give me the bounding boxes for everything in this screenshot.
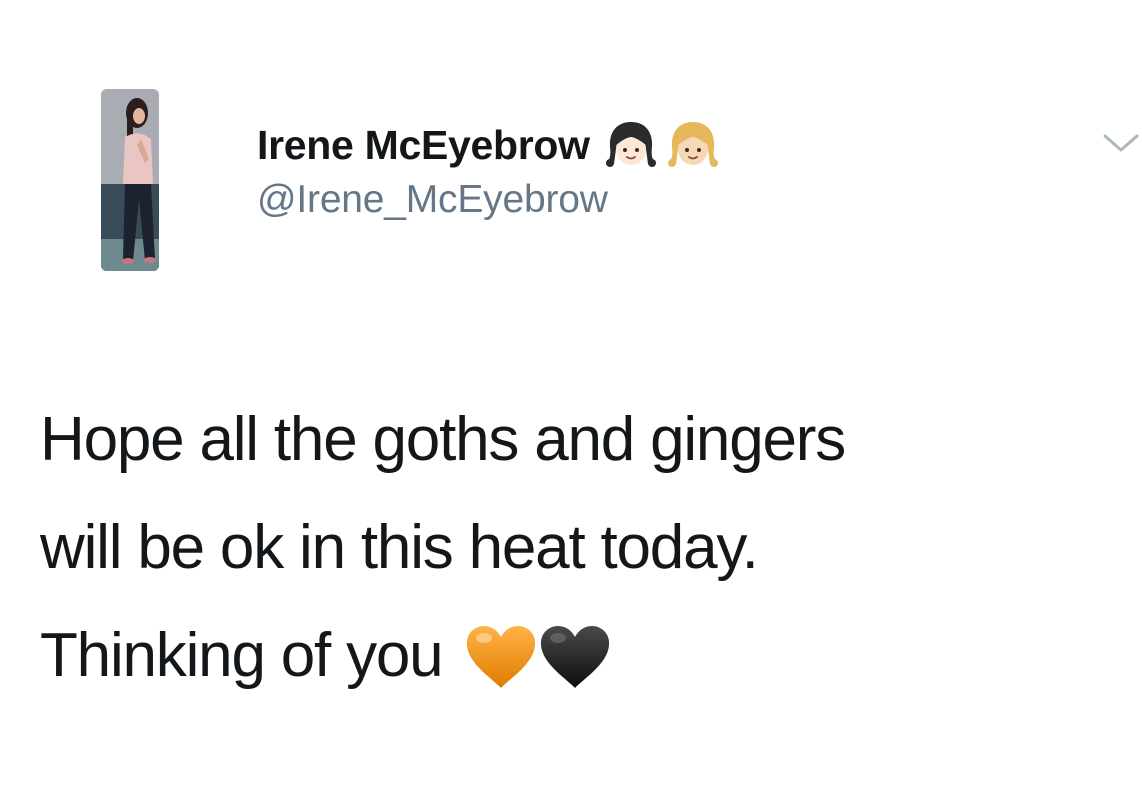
tweet-card: Irene McEyebrow @Irene_McEyebrow Hope al… (0, 0, 1142, 794)
tweet-text-line: will be ok in this heat today. (40, 513, 759, 582)
girl-dark-hair-emoji-icon (604, 119, 658, 171)
tweet-text-line: Hope all the goths and gingers (40, 405, 846, 474)
name-row: Irene McEyebrow (257, 114, 720, 176)
avatar[interactable] (101, 89, 159, 271)
girl-blonde-hair-emoji-icon (666, 119, 720, 171)
display-name[interactable]: Irene McEyebrow (257, 122, 590, 169)
tweet-text-line-with-emojis: Thinking of you (40, 602, 1120, 710)
tweet-header: Irene McEyebrow @Irene_McEyebrow (257, 114, 720, 222)
chevron-down-icon[interactable] (1102, 132, 1140, 154)
tweet-text-line: Thinking of you (40, 621, 444, 690)
avatar-photo (101, 89, 159, 271)
black-heart-icon (538, 624, 612, 690)
orange-heart-icon (464, 624, 538, 690)
user-handle[interactable]: @Irene_McEyebrow (257, 178, 720, 222)
tweet-text: Hope all the goths and gingers will be o… (40, 386, 1120, 710)
